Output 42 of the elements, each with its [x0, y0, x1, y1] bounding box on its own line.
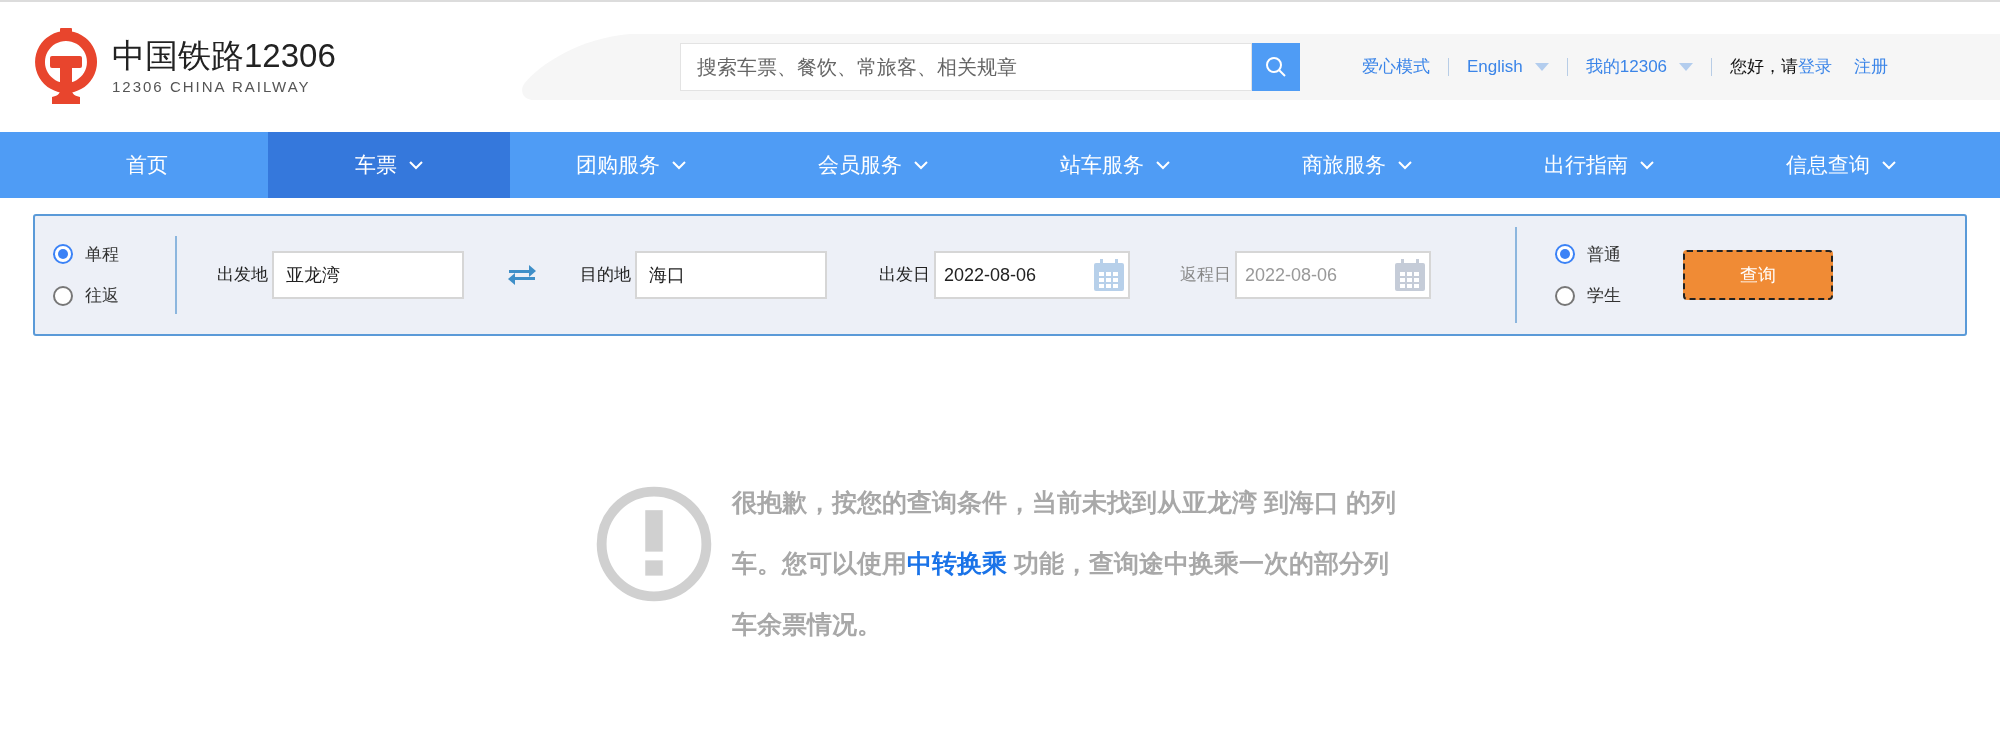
radio-button[interactable] [53, 244, 73, 265]
dropdown-link[interactable]: 我的12306 [1585, 54, 1694, 80]
radio-option[interactable]: 单程 [53, 241, 175, 267]
field-label: 出发地 [217, 264, 268, 287]
nav-tab[interactable]: 出行指南 [1478, 132, 1720, 198]
destination-field[interactable]: 海口 [635, 251, 827, 299]
nav-tab[interactable]: 商旅服务 [1236, 132, 1478, 198]
field-label: 出发日 [879, 264, 930, 287]
transfer-link[interactable]: 中转换乘 [907, 549, 1007, 577]
caret-icon [1534, 63, 1549, 71]
nav-tab[interactable]: 首页 [26, 132, 268, 198]
search-field[interactable]: 搜索车票、餐饮、常旅客、相关规章 [680, 43, 1252, 91]
field-label: 目的地 [580, 264, 631, 287]
nav-tab[interactable]: 车票 [268, 132, 510, 198]
site-title: 中国铁路12306 [112, 35, 336, 76]
no-results-message: 很抱歉，按您的查询条件，当前未找到从亚龙湾 到海口 的列车。您可以使用中转换乘 功能，查询途中换乘一次的部分列车余票情况。 [732, 487, 1397, 640]
dropdown-link[interactable]: English [1467, 54, 1549, 80]
greeting-text: 您好，请 [1730, 56, 1799, 79]
radio-button[interactable] [1555, 244, 1575, 265]
nav-tab[interactable]: 站车服务 [994, 132, 1236, 198]
search-button[interactable] [1252, 43, 1300, 91]
nav-tab[interactable]: 会员服务 [752, 132, 994, 198]
site-subtitle: 12306 CHINA RAILWAY [112, 76, 312, 97]
radio-button[interactable] [53, 285, 73, 306]
date-field[interactable]: 2022-08-06 [934, 251, 1130, 299]
exclamation-icon [594, 484, 714, 604]
origin-field[interactable]: 亚龙湾 [272, 251, 464, 299]
radio-option[interactable]: 学生 [1555, 283, 1621, 309]
nav-tab[interactable]: 信息查询 [1720, 132, 1962, 198]
radio-option[interactable]: 往返 [53, 283, 175, 309]
header-link[interactable]: 爱心模式 [1362, 54, 1430, 80]
field-label: 返程日 [1180, 264, 1231, 287]
caret-icon [1679, 63, 1694, 71]
header-link[interactable]: 登录 [1798, 54, 1833, 80]
radio-option[interactable]: 普通 [1555, 241, 1621, 267]
swap-icon[interactable] [507, 263, 537, 287]
header-link[interactable]: 注册 [1854, 54, 1889, 80]
query-button[interactable]: 查询 [1683, 250, 1833, 300]
radio-button[interactable] [1555, 285, 1575, 306]
nav-tab[interactable]: 团购服务 [510, 132, 752, 198]
search-icon [1265, 56, 1287, 78]
railway-logo-icon[interactable] [32, 28, 100, 106]
